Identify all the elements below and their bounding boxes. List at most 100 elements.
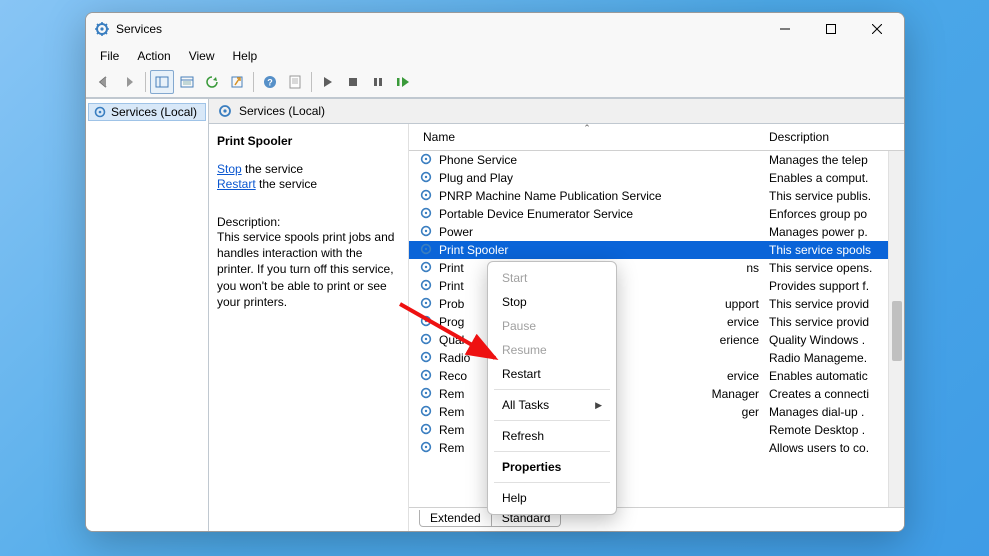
service-row[interactable]: QualerienceQuality Windows . xyxy=(409,331,904,349)
service-description: This service spools xyxy=(765,243,904,257)
back-icon[interactable] xyxy=(92,70,116,94)
detail-pane: Print Spooler Stop the service Restart t… xyxy=(209,124,409,531)
service-description: Enables automatic xyxy=(765,369,904,383)
minimize-button[interactable] xyxy=(762,14,808,44)
gear-icon xyxy=(419,242,435,258)
sort-indicator-icon: ⌃ xyxy=(409,123,765,134)
ctx-refresh[interactable]: Refresh xyxy=(488,424,616,448)
column-header-description[interactable]: Description xyxy=(765,130,904,144)
export-icon[interactable] xyxy=(225,70,249,94)
restart-suffix: the service xyxy=(256,177,317,191)
gear-icon xyxy=(419,170,435,186)
gear-icon xyxy=(419,224,435,240)
service-name: PNRP Machine Name Publication Service xyxy=(439,189,765,203)
service-name: Power xyxy=(439,225,765,239)
ctx-restart[interactable]: Restart xyxy=(488,362,616,386)
stop-service-icon[interactable] xyxy=(341,70,365,94)
show-hide-tree-icon[interactable] xyxy=(150,70,174,94)
gear-icon xyxy=(419,278,435,294)
tree-pane: Services (Local) xyxy=(86,99,209,531)
description-body: This service spools print jobs and handl… xyxy=(217,229,400,310)
gear-icon xyxy=(419,440,435,456)
list-body[interactable]: Phone ServiceManages the telepPlug and P… xyxy=(409,151,904,507)
ctx-separator xyxy=(494,451,610,452)
menu-file[interactable]: File xyxy=(92,47,127,65)
ctx-separator xyxy=(494,420,610,421)
ctx-properties[interactable]: Properties xyxy=(488,455,616,479)
service-row[interactable]: ProbupportThis service provid xyxy=(409,295,904,313)
tab-extended[interactable]: Extended xyxy=(419,510,492,527)
ctx-help[interactable]: Help xyxy=(488,486,616,510)
vertical-scrollbar[interactable] xyxy=(888,151,904,507)
service-row[interactable]: RemgerManages dial-up . xyxy=(409,403,904,421)
pause-service-icon[interactable] xyxy=(366,70,390,94)
help-icon[interactable]: ? xyxy=(258,70,282,94)
service-description: Manages the telep xyxy=(765,153,904,167)
view-tabs: Extended Standard xyxy=(409,507,904,531)
window-title: Services xyxy=(116,22,762,36)
gear-icon xyxy=(419,404,435,420)
tree-node-label: Services (Local) xyxy=(111,105,197,119)
service-description: Enforces group po xyxy=(765,207,904,221)
service-row[interactable]: RemRemote Desktop . xyxy=(409,421,904,439)
gear-icon xyxy=(419,152,435,168)
service-description: Provides support f. xyxy=(765,279,904,293)
service-description: This service provid xyxy=(765,297,904,311)
titlebar: Services xyxy=(86,13,904,45)
forward-icon[interactable] xyxy=(117,70,141,94)
service-row[interactable]: Phone ServiceManages the telep xyxy=(409,151,904,169)
menu-help[interactable]: Help xyxy=(225,47,266,65)
ctx-all-tasks[interactable]: All Tasks ▶ xyxy=(488,393,616,417)
gear-icon xyxy=(419,368,435,384)
service-description: Creates a connecti xyxy=(765,387,904,401)
refresh-icon[interactable] xyxy=(200,70,224,94)
service-row[interactable]: PNRP Machine Name Publication ServiceThi… xyxy=(409,187,904,205)
service-row[interactable]: Print SpoolerThis service spools xyxy=(409,241,904,259)
menubar: File Action View Help xyxy=(86,45,904,67)
service-row[interactable]: PrintnsThis service opens. xyxy=(409,259,904,277)
ctx-start: Start xyxy=(488,266,616,290)
chevron-right-icon: ▶ xyxy=(595,400,602,411)
restart-service-link[interactable]: Restart xyxy=(217,177,256,191)
stop-service-link[interactable]: Stop xyxy=(217,162,242,176)
close-button[interactable] xyxy=(854,14,900,44)
properties-sheet-icon[interactable] xyxy=(283,70,307,94)
service-row[interactable]: RecoerviceEnables automatic xyxy=(409,367,904,385)
ctx-all-tasks-label: All Tasks xyxy=(502,398,549,412)
menu-action[interactable]: Action xyxy=(129,47,178,65)
scrollbar-thumb[interactable] xyxy=(892,301,902,361)
service-description: Quality Windows . xyxy=(765,333,904,347)
start-service-icon[interactable] xyxy=(316,70,340,94)
service-name: Plug and Play xyxy=(439,171,765,185)
ctx-stop[interactable]: Stop xyxy=(488,290,616,314)
service-description: Manages dial-up . xyxy=(765,405,904,419)
menu-view[interactable]: View xyxy=(181,47,223,65)
properties-icon[interactable] xyxy=(175,70,199,94)
gear-icon xyxy=(419,188,435,204)
detail-title: Print Spooler xyxy=(217,134,400,148)
service-row[interactable]: PowerManages power p. xyxy=(409,223,904,241)
maximize-button[interactable] xyxy=(808,14,854,44)
service-description: Allows users to co. xyxy=(765,441,904,455)
service-description: Enables a comput. xyxy=(765,171,904,185)
service-row[interactable]: ProgerviceThis service provid xyxy=(409,313,904,331)
service-row[interactable]: Portable Device Enumerator ServiceEnforc… xyxy=(409,205,904,223)
service-name: Print Spooler xyxy=(439,243,765,257)
pane-header: Services (Local) xyxy=(209,99,904,124)
ctx-resume: Resume xyxy=(488,338,616,362)
toolbar: ? xyxy=(86,67,904,98)
service-row[interactable]: Plug and PlayEnables a comput. xyxy=(409,169,904,187)
gear-icon xyxy=(419,206,435,222)
service-row[interactable]: RadioRadio Manageme. xyxy=(409,349,904,367)
tree-node-services-local[interactable]: Services (Local) xyxy=(88,103,206,121)
service-description: This service provid xyxy=(765,315,904,329)
service-row[interactable]: PrintProvides support f. xyxy=(409,277,904,295)
context-menu: Start Stop Pause Resume Restart All Task… xyxy=(487,261,617,515)
service-row[interactable]: RemAllows users to co. xyxy=(409,439,904,457)
gear-icon xyxy=(419,296,435,312)
restart-service-icon[interactable] xyxy=(391,70,415,94)
ctx-pause: Pause xyxy=(488,314,616,338)
service-row[interactable]: RemManagerCreates a connecti xyxy=(409,385,904,403)
gear-icon xyxy=(419,422,435,438)
gear-icon xyxy=(419,350,435,366)
